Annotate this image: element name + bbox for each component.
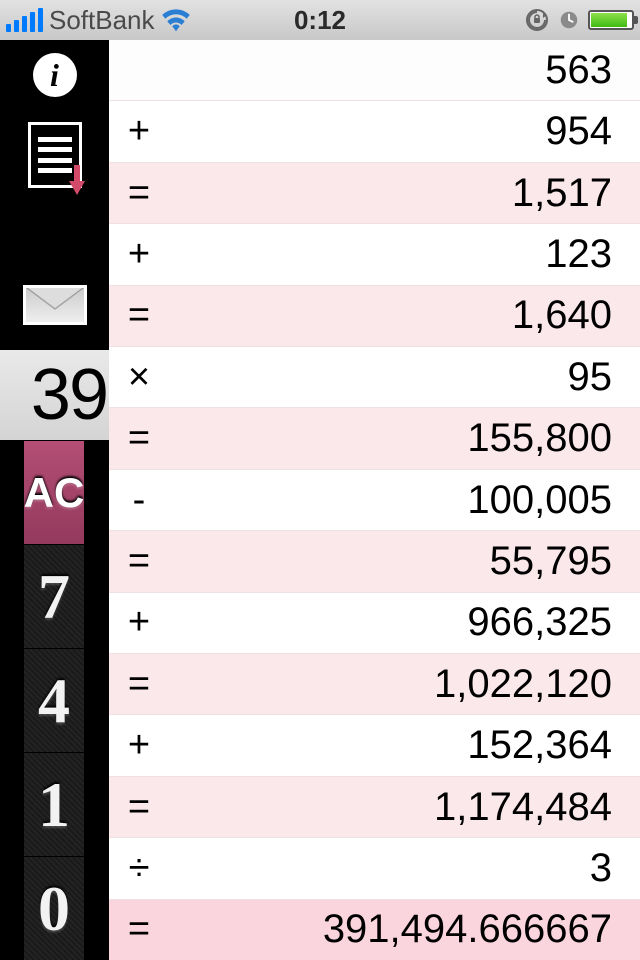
history-row[interactable]: =1,022,120 [109,653,640,714]
mail-button[interactable] [0,260,109,350]
calc-display-value: 39 [31,354,107,436]
signal-bars-icon [6,8,43,32]
history-value: 1,174,484 [169,785,640,830]
history-operator: = [109,540,169,583]
history-row[interactable]: +123 [109,223,640,284]
keypad-partial: AC 7 4 1 0 [24,440,86,960]
history-operator: + [109,233,169,276]
app-screen: SoftBank 0:12 i [0,0,640,960]
key-1[interactable]: 1 [24,752,86,856]
history-operator: + [109,601,169,644]
status-bar: SoftBank 0:12 [0,0,640,40]
status-time: 0:12 [294,5,346,36]
history-value: 155,800 [169,416,640,461]
orientation-lock-icon [524,7,550,33]
history-row[interactable]: =1,517 [109,162,640,223]
status-left: SoftBank [0,5,191,36]
content-area: i 39 AC 7 4 1 0 [0,40,640,960]
history-value: 954 [169,109,640,154]
clock-icon [556,7,582,33]
history-value: 152,364 [169,723,640,768]
history-row[interactable]: +954 [109,100,640,161]
history-operator: = [109,663,169,706]
key-ac[interactable]: AC [24,440,86,544]
history-row[interactable]: =155,800 [109,407,640,468]
history-value: 95 [169,355,640,400]
history-operator: ÷ [109,847,169,890]
list-arrow-icon [28,122,82,188]
history-value: 100,005 [169,478,640,523]
status-right [524,7,640,33]
history-row[interactable]: +966,325 [109,592,640,653]
info-icon: i [33,53,77,97]
toolbar-spacer [0,200,109,260]
history-toggle-button[interactable] [0,110,109,200]
history-row[interactable]: 563 [109,40,640,100]
history-panel[interactable]: 563+954=1,517+123=1,640×95=155,800-100,0… [109,40,640,960]
wifi-icon [161,8,191,32]
history-row[interactable]: =1,640 [109,285,640,346]
history-operator: = [109,294,169,337]
history-operator: + [109,110,169,153]
history-operator: = [109,786,169,829]
history-value: 55,795 [169,539,640,584]
history-operator: = [109,172,169,215]
battery-icon [588,10,634,30]
history-row[interactable]: ×95 [109,346,640,407]
carrier-label: SoftBank [49,5,155,36]
history-row[interactable]: =55,795 [109,530,640,591]
history-value: 563 [169,48,640,93]
history-row[interactable]: ÷3 [109,837,640,898]
history-operator: = [109,417,169,460]
info-button[interactable]: i [0,40,109,110]
calc-display: 39 [0,350,109,440]
history-row[interactable]: =391,494.666667 [109,899,640,960]
history-operator: - [109,479,169,522]
history-value: 1,640 [169,293,640,338]
history-operator: × [109,356,169,399]
history-value: 1,517 [169,171,640,216]
mail-icon [23,285,87,325]
history-operator: = [109,908,169,951]
history-value: 1,022,120 [169,662,640,707]
key-0[interactable]: 0 [24,856,86,960]
history-value: 123 [169,232,640,277]
history-row[interactable]: +152,364 [109,714,640,775]
history-row[interactable]: =1,174,484 [109,776,640,837]
history-value: 3 [169,846,640,891]
history-value: 966,325 [169,600,640,645]
key-4[interactable]: 4 [24,648,86,752]
left-column: i 39 AC 7 4 1 0 [0,40,109,960]
key-7[interactable]: 7 [24,544,86,648]
history-row[interactable]: -100,005 [109,469,640,530]
history-operator: + [109,724,169,767]
history-value: 391,494.666667 [169,907,640,952]
